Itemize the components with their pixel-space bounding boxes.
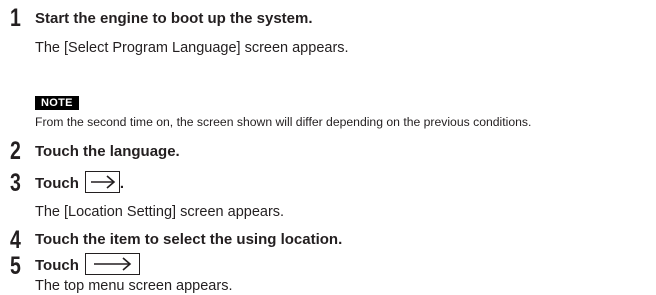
note-text: From the second time on, the screen show… xyxy=(35,115,532,129)
step-title-suffix: . xyxy=(119,174,125,192)
step-title-with-button: Touch. xyxy=(35,171,125,195)
step-title: Touch the language. xyxy=(35,143,180,160)
step-number: 1 xyxy=(10,4,21,32)
step-number: 3 xyxy=(10,169,21,197)
note-badge: NOTE xyxy=(35,96,79,110)
step-detail: The [Select Program Language] screen app… xyxy=(35,40,349,56)
next-button xyxy=(84,253,140,275)
right-arrow-icon xyxy=(90,175,116,189)
step-detail: The top menu screen appears. xyxy=(35,278,233,294)
step-title: Touch the item to select the using locat… xyxy=(35,231,343,248)
step-title: Touch xyxy=(35,174,79,192)
step-title-with-button: Touch xyxy=(35,253,140,277)
step-detail: The [Location Setting] screen appears. xyxy=(35,204,285,220)
step-number: 4 xyxy=(10,226,21,254)
right-arrow-icon xyxy=(93,257,132,271)
step-title: Touch xyxy=(35,256,79,274)
step-number: 2 xyxy=(10,137,21,165)
step-title: Start the engine to boot up the system. xyxy=(35,10,313,27)
next-button xyxy=(84,171,120,193)
step-number: 5 xyxy=(10,252,21,280)
